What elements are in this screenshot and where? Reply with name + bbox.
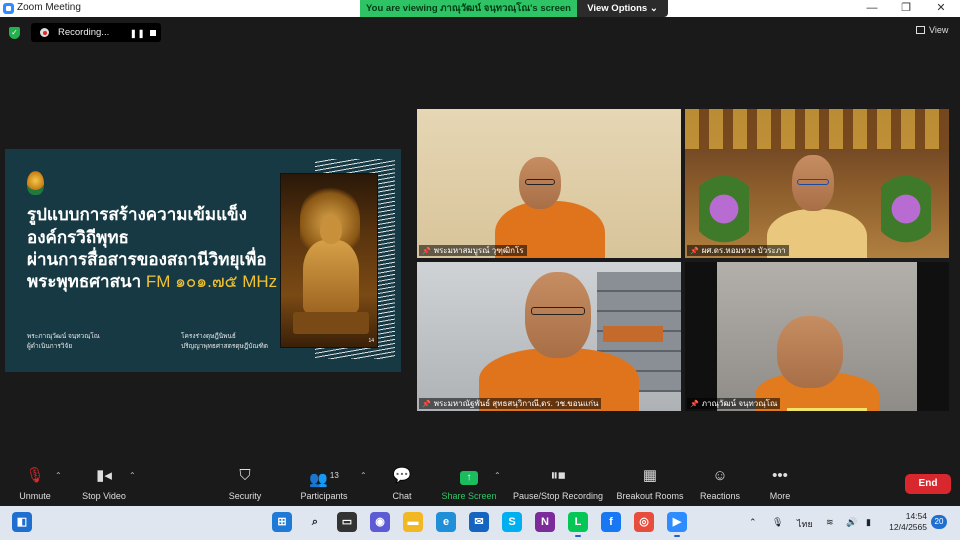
participant-name-label: 📌 พระมหาณัฐพันธ์ สุทธสนฺวิกาณี,ดร. วช.ขอน… <box>419 398 602 409</box>
breakout-rooms-button[interactable]: ▦ Breakout Rooms <box>610 467 690 501</box>
recording-dot-icon <box>40 28 49 37</box>
slide-title-line2: องค์กรวิถีพุทธ <box>27 228 129 247</box>
system-clock[interactable]: 14:54 12/4/2565 <box>885 511 927 533</box>
zoom-taskbar-icon[interactable]: ▶ <box>667 512 687 532</box>
stop-video-label: Stop Video <box>82 491 126 501</box>
presenter-role: ผู้ดำเนินการวิจัย <box>27 343 73 350</box>
zoom-logo-icon <box>3 3 14 14</box>
stop-recording-icon[interactable] <box>150 30 156 36</box>
participants-label: Participants <box>300 491 348 501</box>
security-label: Security <box>228 491 262 501</box>
security-shield-icon[interactable]: ✓ <box>9 27 20 39</box>
maximize-button[interactable]: ❐ <box>890 0 922 17</box>
close-button[interactable]: ✕ <box>925 0 957 17</box>
breakout-rooms-label: Breakout Rooms <box>616 491 684 501</box>
view-label: View <box>929 25 949 35</box>
more-label: More <box>769 491 791 501</box>
participants-button[interactable]: 👥 13 Participants <box>284 467 364 501</box>
security-button[interactable]: ⛉ Security <box>205 467 285 501</box>
window-titlebar: Zoom Meeting You are viewing ภาณุวัฒน์ จ… <box>0 0 960 17</box>
more-button[interactable]: ••• More <box>740 467 820 501</box>
show-desktop-icon[interactable]: ◧ <box>12 512 32 532</box>
volume-icon[interactable]: 🔊 <box>846 517 857 528</box>
pin-icon: 📌 <box>690 248 699 255</box>
view-options-button[interactable]: View Options ⌄ <box>577 0 668 17</box>
notifications-badge[interactable]: 20 <box>931 515 947 529</box>
edge-browser-icon[interactable]: e <box>436 512 456 532</box>
pause-stop-icon: ⏸⏹ <box>550 467 566 484</box>
meeting-area: ✓ Recording... ❚❚ View รูปแบบการสร้างควา… <box>0 17 960 463</box>
participant-name: ภาณุวัฒน์ จนฺทวณฺโณ <box>701 399 778 408</box>
participant-video-2[interactable]: 📌 ผศ.ดร.หอมหวล บัวระภา <box>685 109 949 258</box>
recording-indicator: Recording... ❚❚ <box>31 23 161 42</box>
wifi-icon[interactable]: ≋ <box>826 517 834 528</box>
windows-taskbar: ◧ ⊞ ⌕ ▭ ◉ ▬ e ✉ S N L f ◎ ▶ ⌃ 🎙 ไทย ≋ 🔊 … <box>0 506 960 540</box>
project-degree: ปริญญาพุทธศาสตรดุษฎีบัณฑิต <box>181 343 268 350</box>
slide-title-fm: FM ๑๐๑.๗๕ MHz <box>145 272 278 291</box>
active-speaker-indicator <box>787 408 867 411</box>
recording-label: Recording... <box>58 27 110 38</box>
file-explorer-icon[interactable]: ▬ <box>403 512 423 532</box>
participant-video-3[interactable]: 📌 พระมหาณัฐพันธ์ สุทธสนฺวิกาณี,ดร. วช.ขอน… <box>417 262 681 411</box>
grid-view-icon <box>916 26 925 34</box>
pause-stop-recording-label: Pause/Stop Recording <box>512 491 604 501</box>
slide-title-line1: รูปแบบการสร้างความเข้มแข็ง <box>27 205 247 224</box>
participant-name: ผศ.ดร.หอมหวล บัวระภา <box>701 246 786 255</box>
shared-screen-slide: รูปแบบการสร้างความเข้มแข็ง องค์กรวิถีพุท… <box>5 149 401 372</box>
meeting-toolbar: 🎙 Unmute ⌃ ▮◂ Stop Video ⌃ ⛉ Security 👥 1… <box>0 463 960 506</box>
slide-title-line3: ผ่านการสื่อสารของสถานีวิทยุเพื่อ <box>27 250 267 269</box>
pin-icon: 📌 <box>422 248 431 255</box>
presenter-name: พระภาณุวัฒน์ จนฺทวณฺโณ <box>27 333 100 340</box>
project-name: โครงร่างดุษฎีนิพนธ์ <box>181 333 236 340</box>
pause-recording-icon[interactable]: ❚❚ <box>130 29 145 38</box>
microphone-tray-icon[interactable]: 🎙 <box>772 517 783 528</box>
chrome-icon[interactable]: ◎ <box>634 512 654 532</box>
task-view-icon[interactable]: ▭ <box>337 512 357 532</box>
input-language[interactable]: ไทย <box>797 517 813 531</box>
participants-icon: 👥 13 <box>309 471 339 488</box>
search-icon[interactable]: ⌕ <box>305 512 325 532</box>
share-screen-label: Share Screen <box>441 491 497 501</box>
battery-icon[interactable]: ▮ <box>866 517 871 528</box>
pin-icon: 📌 <box>690 401 699 408</box>
shield-icon: ⛉ <box>239 467 251 484</box>
clock-date: 12/4/2565 <box>889 522 927 532</box>
breakout-rooms-icon: ▦ <box>642 467 658 484</box>
share-options-chevron-icon[interactable]: ⌃ <box>494 471 501 480</box>
onenote-icon[interactable]: N <box>535 512 555 532</box>
clock-time: 14:54 <box>905 511 927 521</box>
teams-chat-icon[interactable]: ◉ <box>370 512 390 532</box>
show-hidden-icons-chevron-icon[interactable]: ⌃ <box>749 517 757 528</box>
participant-video-4[interactable]: 📌 ภาณุวัฒน์ จนฺทวณฺโณ <box>685 262 949 411</box>
pause-stop-recording-button[interactable]: ⏸⏹ Pause/Stop Recording <box>508 467 608 501</box>
running-indicator <box>674 535 680 537</box>
start-menu-icon[interactable]: ⊞ <box>272 512 292 532</box>
participant-name-label: 📌 ภาณุวัฒน์ จนฺทวณฺโณ <box>687 398 781 409</box>
participants-count: 13 <box>329 471 339 480</box>
video-options-chevron-icon[interactable]: ⌃ <box>129 471 136 480</box>
window-title: Zoom Meeting <box>17 2 81 13</box>
participant-name: พระมหาณัฐพันธ์ สุทธสนฺวิกาณี,ดร. วช.ขอนแ… <box>433 399 599 408</box>
slide-title-line4: พระพุทธศาสนา FM ๑๐๑.๗๕ MHz <box>27 272 277 292</box>
slide-title-line4-text: พระพุทธศาสนา <box>27 272 142 291</box>
slide-number: 14 <box>368 338 374 344</box>
skype-icon[interactable]: S <box>502 512 522 532</box>
viewing-screen-banner: You are viewing ภาณุวัฒน์ จนฺทวณฺโณ's sc… <box>360 0 577 17</box>
pin-icon: 📌 <box>422 401 431 408</box>
end-meeting-button[interactable]: End <box>905 474 951 494</box>
audio-options-chevron-icon[interactable]: ⌃ <box>55 471 62 480</box>
participant-name-label: 📌 พระมหาสมบูรณ์ วุฑฺฒิกโร <box>419 245 527 256</box>
minimize-button[interactable]: — <box>856 0 888 17</box>
facebook-icon[interactable]: f <box>601 512 621 532</box>
running-indicator <box>575 535 581 537</box>
participant-name-label: 📌 ผศ.ดร.หอมหวล บัวระภา <box>687 245 789 256</box>
university-seal-icon <box>27 171 44 195</box>
participant-video-1[interactable]: 📌 พระมหาสมบูรณ์ วุฑฺฒิกโร <box>417 109 681 258</box>
more-dots-icon: ••• <box>772 467 788 484</box>
participant-name: พระมหาสมบูรณ์ วุฑฺฒิกโร <box>433 246 524 255</box>
view-layout-button[interactable]: View <box>916 25 948 35</box>
line-icon[interactable]: L <box>568 512 588 532</box>
mail-icon[interactable]: ✉ <box>469 512 489 532</box>
buddha-image: 14 <box>280 173 378 348</box>
